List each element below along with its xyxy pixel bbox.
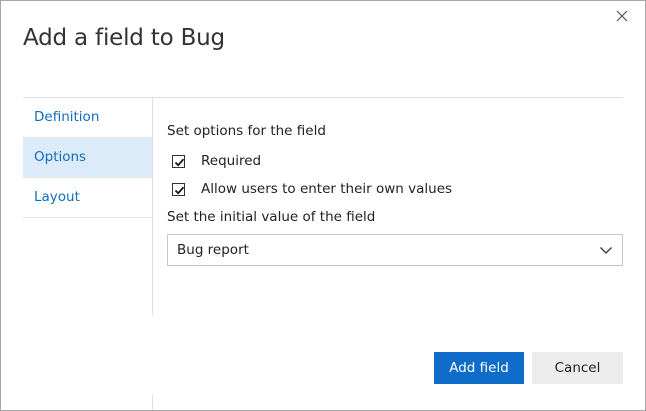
allow-custom-values-label: Allow users to enter their own values [201, 181, 453, 197]
required-checkbox[interactable] [172, 154, 185, 168]
chevron-down-icon [600, 247, 612, 254]
side-nav: Definition Options Layout [23, 98, 153, 218]
add-field-button[interactable]: Add field [434, 352, 524, 384]
nav-divider-bottom [152, 394, 153, 410]
nav-item-options[interactable]: Options [23, 138, 153, 178]
initial-value-label: Set the initial value of the field [167, 209, 376, 225]
nav-divider [152, 98, 153, 316]
nav-item-definition[interactable]: Definition [23, 98, 153, 138]
allow-custom-values-option[interactable]: Allow users to enter their own values [172, 181, 452, 197]
close-button[interactable] [613, 7, 631, 25]
add-field-dialog: Add a field to Bug Definition Options La… [0, 0, 646, 411]
required-label: Required [201, 153, 262, 169]
checkmark-icon [174, 186, 185, 195]
initial-value-selected: Bug report [177, 242, 249, 258]
close-icon [616, 10, 628, 22]
dialog-title: Add a field to Bug [23, 25, 225, 51]
cancel-button[interactable]: Cancel [532, 352, 623, 384]
required-option[interactable]: Required [172, 153, 261, 169]
nav-item-layout[interactable]: Layout [23, 178, 153, 218]
options-section-label: Set options for the field [167, 123, 326, 139]
allow-custom-values-checkbox[interactable] [172, 182, 185, 196]
checkmark-icon [174, 158, 185, 167]
initial-value-dropdown[interactable]: Bug report [167, 234, 623, 266]
